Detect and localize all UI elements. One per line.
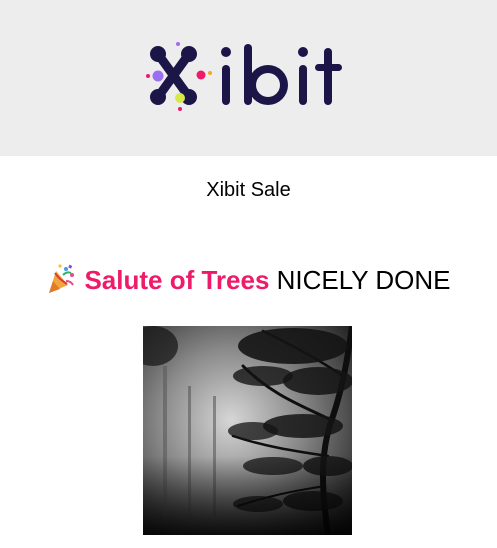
artwork-title[interactable]: Salute of Trees: [84, 265, 269, 295]
sale-headline: Salute of Trees NICELY DONE: [0, 263, 497, 296]
artwork-image[interactable]: [143, 326, 352, 535]
email-header: [0, 0, 497, 156]
sale-status-text: NICELY DONE: [276, 265, 451, 295]
logo-wordmark: [221, 44, 342, 105]
party-popper-icon: [49, 264, 75, 293]
logo-x-mark: [146, 42, 212, 111]
email-subject: Xibit Sale: [206, 179, 291, 201]
xibit-logo[interactable]: [143, 40, 353, 114]
